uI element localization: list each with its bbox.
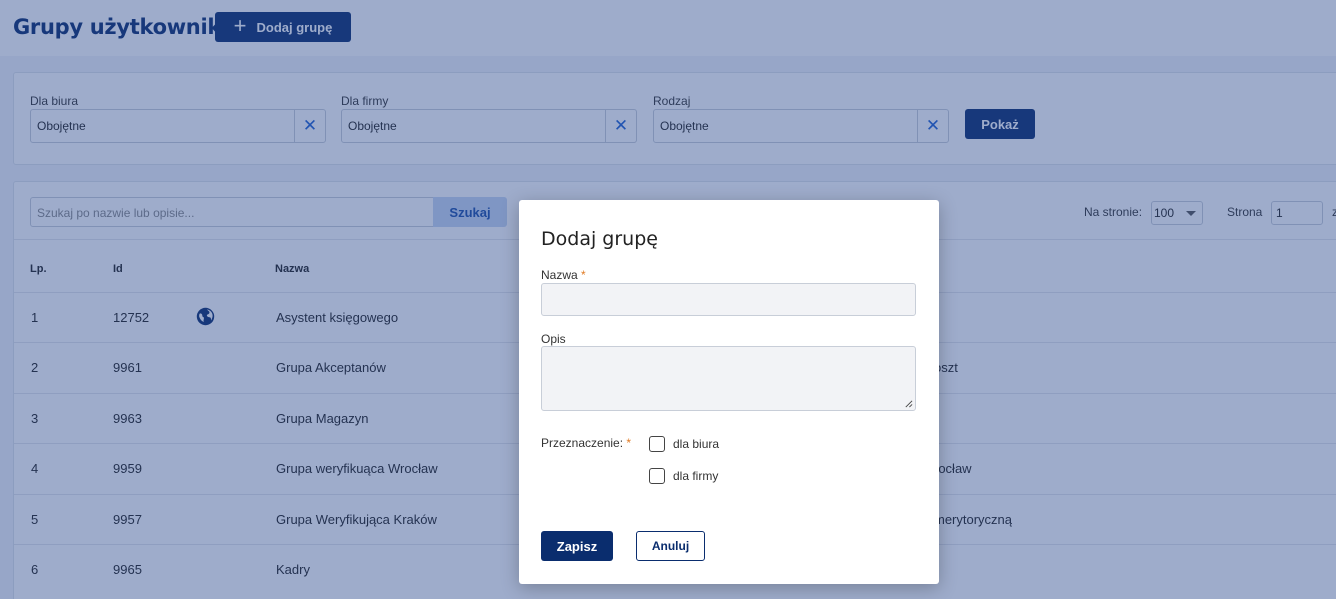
description-field-label: Opis [541, 332, 566, 346]
purpose-label-text: Przeznaczenie: [541, 436, 624, 450]
cancel-button[interactable]: Anuluj [636, 531, 705, 561]
office-checkbox-label[interactable]: dla biura [673, 437, 719, 451]
add-group-dialog: Dodaj grupę Nazwa * Opis Przeznaczenie: … [519, 200, 939, 584]
office-checkbox[interactable] [649, 436, 665, 452]
name-input[interactable] [541, 283, 916, 316]
company-checkbox-label[interactable]: dla firmy [673, 469, 718, 483]
dialog-title: Dodaj grupę [541, 228, 658, 250]
resize-grip-icon[interactable] [904, 399, 913, 408]
purpose-option-office[interactable]: dla biura [649, 436, 719, 452]
name-field-label: Nazwa * [541, 268, 586, 282]
company-checkbox[interactable] [649, 468, 665, 484]
required-mark: * [626, 436, 632, 450]
save-button[interactable]: Zapisz [541, 531, 613, 561]
purpose-label: Przeznaczenie: * [541, 436, 631, 450]
name-label-text: Nazwa [541, 268, 578, 282]
required-mark: * [581, 268, 586, 282]
purpose-option-company[interactable]: dla firmy [649, 468, 718, 484]
description-textarea[interactable] [541, 346, 916, 411]
